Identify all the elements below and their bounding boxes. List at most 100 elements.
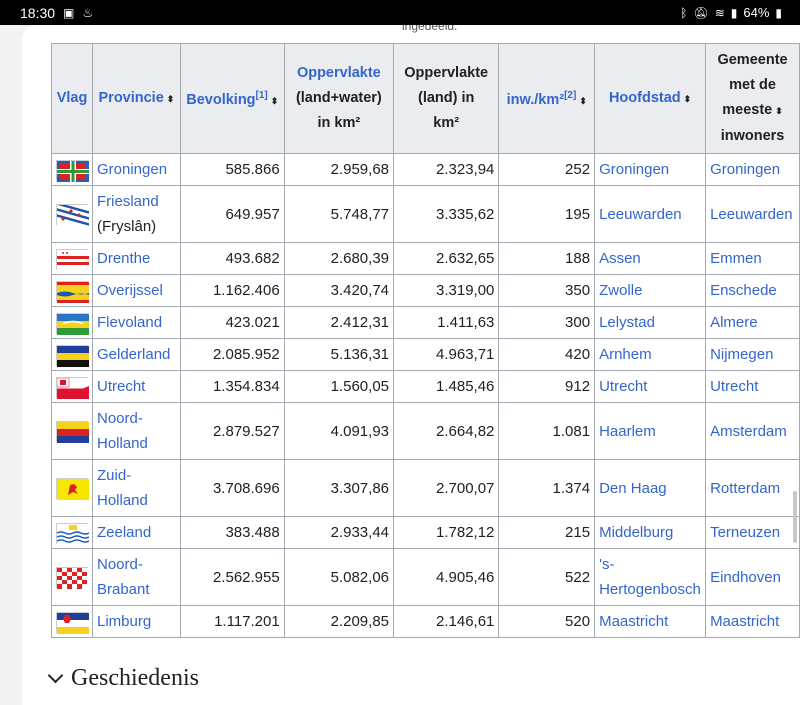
largest-municipality-cell[interactable]: Utrecht [705, 370, 800, 403]
capital-link[interactable]: Haarlem [599, 423, 656, 440]
largest-municipality-cell[interactable]: Eindhoven [705, 548, 800, 606]
province-cell[interactable]: Noord- Brabant [92, 548, 181, 606]
capital-cell[interactable]: Assen [594, 242, 707, 275]
sort-icon[interactable]: ⬍ [684, 94, 692, 104]
largest-municipality-cell[interactable]: Terneuzen [705, 516, 800, 549]
capital-link[interactable]: Groningen [599, 161, 669, 178]
largest-municipality-cell[interactable]: Leeuwarden [705, 185, 800, 243]
capital-cell[interactable]: Lelystad [594, 306, 707, 339]
province-flag-icon[interactable] [56, 280, 89, 303]
capital-cell[interactable]: Haarlem [594, 402, 707, 460]
chevron-down-icon[interactable] [47, 667, 64, 684]
province-link[interactable]: Flevoland [97, 314, 162, 331]
capital-link[interactable]: Maastricht [599, 613, 668, 630]
largest-municipality-cell[interactable]: Maastricht [705, 605, 800, 638]
capital-link[interactable]: Lelystad [599, 314, 655, 331]
province-cell[interactable]: Drenthe [92, 242, 181, 275]
capital-cell[interactable]: Maastricht [594, 605, 707, 638]
province-link[interactable]: Gelderland [97, 346, 170, 363]
municipality-link[interactable]: Nijmegen [710, 346, 773, 363]
province-cell[interactable]: Limburg [92, 605, 181, 638]
capital-link[interactable]: 's- Hertogenbosch [599, 556, 701, 598]
col-header-oppervlakte-land[interactable]: Oppervlakte (land) in km² [392, 43, 500, 154]
col-header-provincie[interactable]: Provincie ⬍ [92, 43, 181, 154]
municipality-link[interactable]: Terneuzen [710, 524, 780, 541]
province-link[interactable]: Zuid- Holland [97, 467, 148, 509]
province-flag-icon[interactable] [56, 522, 90, 545]
province-cell[interactable]: Groningen [92, 153, 181, 186]
province-cell[interactable]: Zeeland [92, 516, 181, 549]
province-flag-icon[interactable] [56, 159, 89, 182]
municipality-link[interactable]: Rotterdam [710, 480, 780, 497]
province-link[interactable]: Overijssel [97, 282, 163, 299]
capital-cell[interactable]: Middelburg [594, 516, 707, 549]
province-cell[interactable]: Zuid- Holland [92, 459, 181, 517]
municipality-link[interactable]: Emmen [710, 250, 762, 267]
province-link[interactable]: Limburg [97, 613, 151, 630]
capital-link[interactable]: Arnhem [599, 346, 652, 363]
province-link[interactable]: Friesland (Fryslân) [97, 193, 159, 235]
capital-link[interactable]: Den Haag [599, 480, 667, 497]
province-link[interactable]: Noord- Holland [97, 410, 148, 452]
province-flag-icon[interactable] [56, 478, 89, 501]
province-cell[interactable]: Flevoland [92, 306, 181, 339]
municipality-link[interactable]: Utrecht [710, 378, 758, 395]
capital-link[interactable]: Leeuwarden [599, 206, 682, 223]
province-link[interactable]: Zeeland [97, 524, 151, 541]
province-flag-icon[interactable] [56, 421, 89, 444]
capital-link[interactable]: Zwolle [599, 282, 642, 299]
province-flag-icon[interactable] [56, 376, 89, 399]
capital-link[interactable]: Middelburg [599, 524, 673, 541]
province-cell[interactable]: Gelderland [92, 338, 181, 371]
capital-cell[interactable]: Arnhem [594, 338, 707, 371]
province-flag-icon[interactable] [56, 312, 89, 335]
municipality-link[interactable]: Maastricht [710, 613, 779, 630]
reference-link[interactable]: [1] [256, 90, 268, 101]
largest-municipality-cell[interactable]: Almere [705, 306, 800, 339]
largest-municipality-cell[interactable]: Rotterdam [705, 459, 800, 517]
province-link[interactable]: Noord- Brabant [97, 556, 150, 598]
municipality-link[interactable]: Amsterdam [710, 423, 787, 440]
capital-link[interactable]: Utrecht [599, 378, 647, 395]
province-cell[interactable]: Friesland (Fryslân) [92, 185, 181, 243]
province-cell[interactable]: Noord- Holland [92, 402, 181, 460]
capital-cell[interactable]: 's- Hertogenbosch [594, 548, 707, 606]
sort-icon[interactable]: ⬍ [167, 94, 175, 104]
col-header-oppervlakte-totaal[interactable]: Oppervlakte (land+water) in km² [283, 43, 395, 154]
municipality-link[interactable]: Almere [710, 314, 758, 331]
capital-cell[interactable]: Leeuwarden [594, 185, 707, 243]
capital-cell[interactable]: Groningen [594, 153, 707, 186]
section-geschiedenis[interactable]: Geschiedenis [47, 665, 199, 692]
reference-link[interactable]: [2] [564, 90, 576, 101]
largest-municipality-cell[interactable]: Groningen [705, 153, 800, 186]
province-flag-icon[interactable] [54, 201, 92, 227]
municipality-link[interactable]: Enschede [710, 282, 777, 299]
capital-cell[interactable]: Utrecht [594, 370, 707, 403]
sort-icon[interactable]: ⬍ [775, 106, 783, 116]
municipality-link[interactable]: Groningen [710, 161, 780, 178]
province-link[interactable]: Utrecht [97, 378, 145, 395]
capital-cell[interactable]: Zwolle [594, 274, 707, 307]
scrollbar[interactable] [793, 491, 797, 543]
capital-cell[interactable]: Den Haag [594, 459, 707, 517]
province-link[interactable]: Groningen [97, 161, 167, 178]
province-cell[interactable]: Utrecht [92, 370, 181, 403]
largest-municipality-cell[interactable]: Enschede [705, 274, 800, 307]
province-flag-icon[interactable] [56, 567, 89, 590]
col-header-bevolking[interactable]: Bevolking[1] ⬍ [179, 43, 285, 154]
province-flag-icon[interactable] [56, 248, 89, 271]
province-link[interactable]: Drenthe [97, 250, 150, 267]
sort-icon[interactable]: ⬍ [579, 96, 587, 106]
col-header-vlag[interactable]: Vlag [51, 43, 93, 154]
sort-icon[interactable]: ⬍ [271, 96, 279, 106]
province-cell[interactable]: Overijssel [92, 274, 181, 307]
province-flag-icon[interactable] [56, 344, 89, 367]
largest-municipality-cell[interactable]: Nijmegen [705, 338, 800, 371]
col-header-gemeente[interactable]: Gemeente met de meeste ⬍ inwoners [705, 43, 800, 154]
municipality-link[interactable]: Eindhoven [710, 569, 781, 586]
col-header-dichtheid[interactable]: inw./km²[2] ⬍ [498, 43, 596, 154]
largest-municipality-cell[interactable]: Emmen [705, 242, 800, 275]
largest-municipality-cell[interactable]: Amsterdam [705, 402, 800, 460]
col-header-hoofdstad[interactable]: Hoofdstad ⬍ [594, 43, 707, 154]
capital-link[interactable]: Assen [599, 250, 641, 267]
